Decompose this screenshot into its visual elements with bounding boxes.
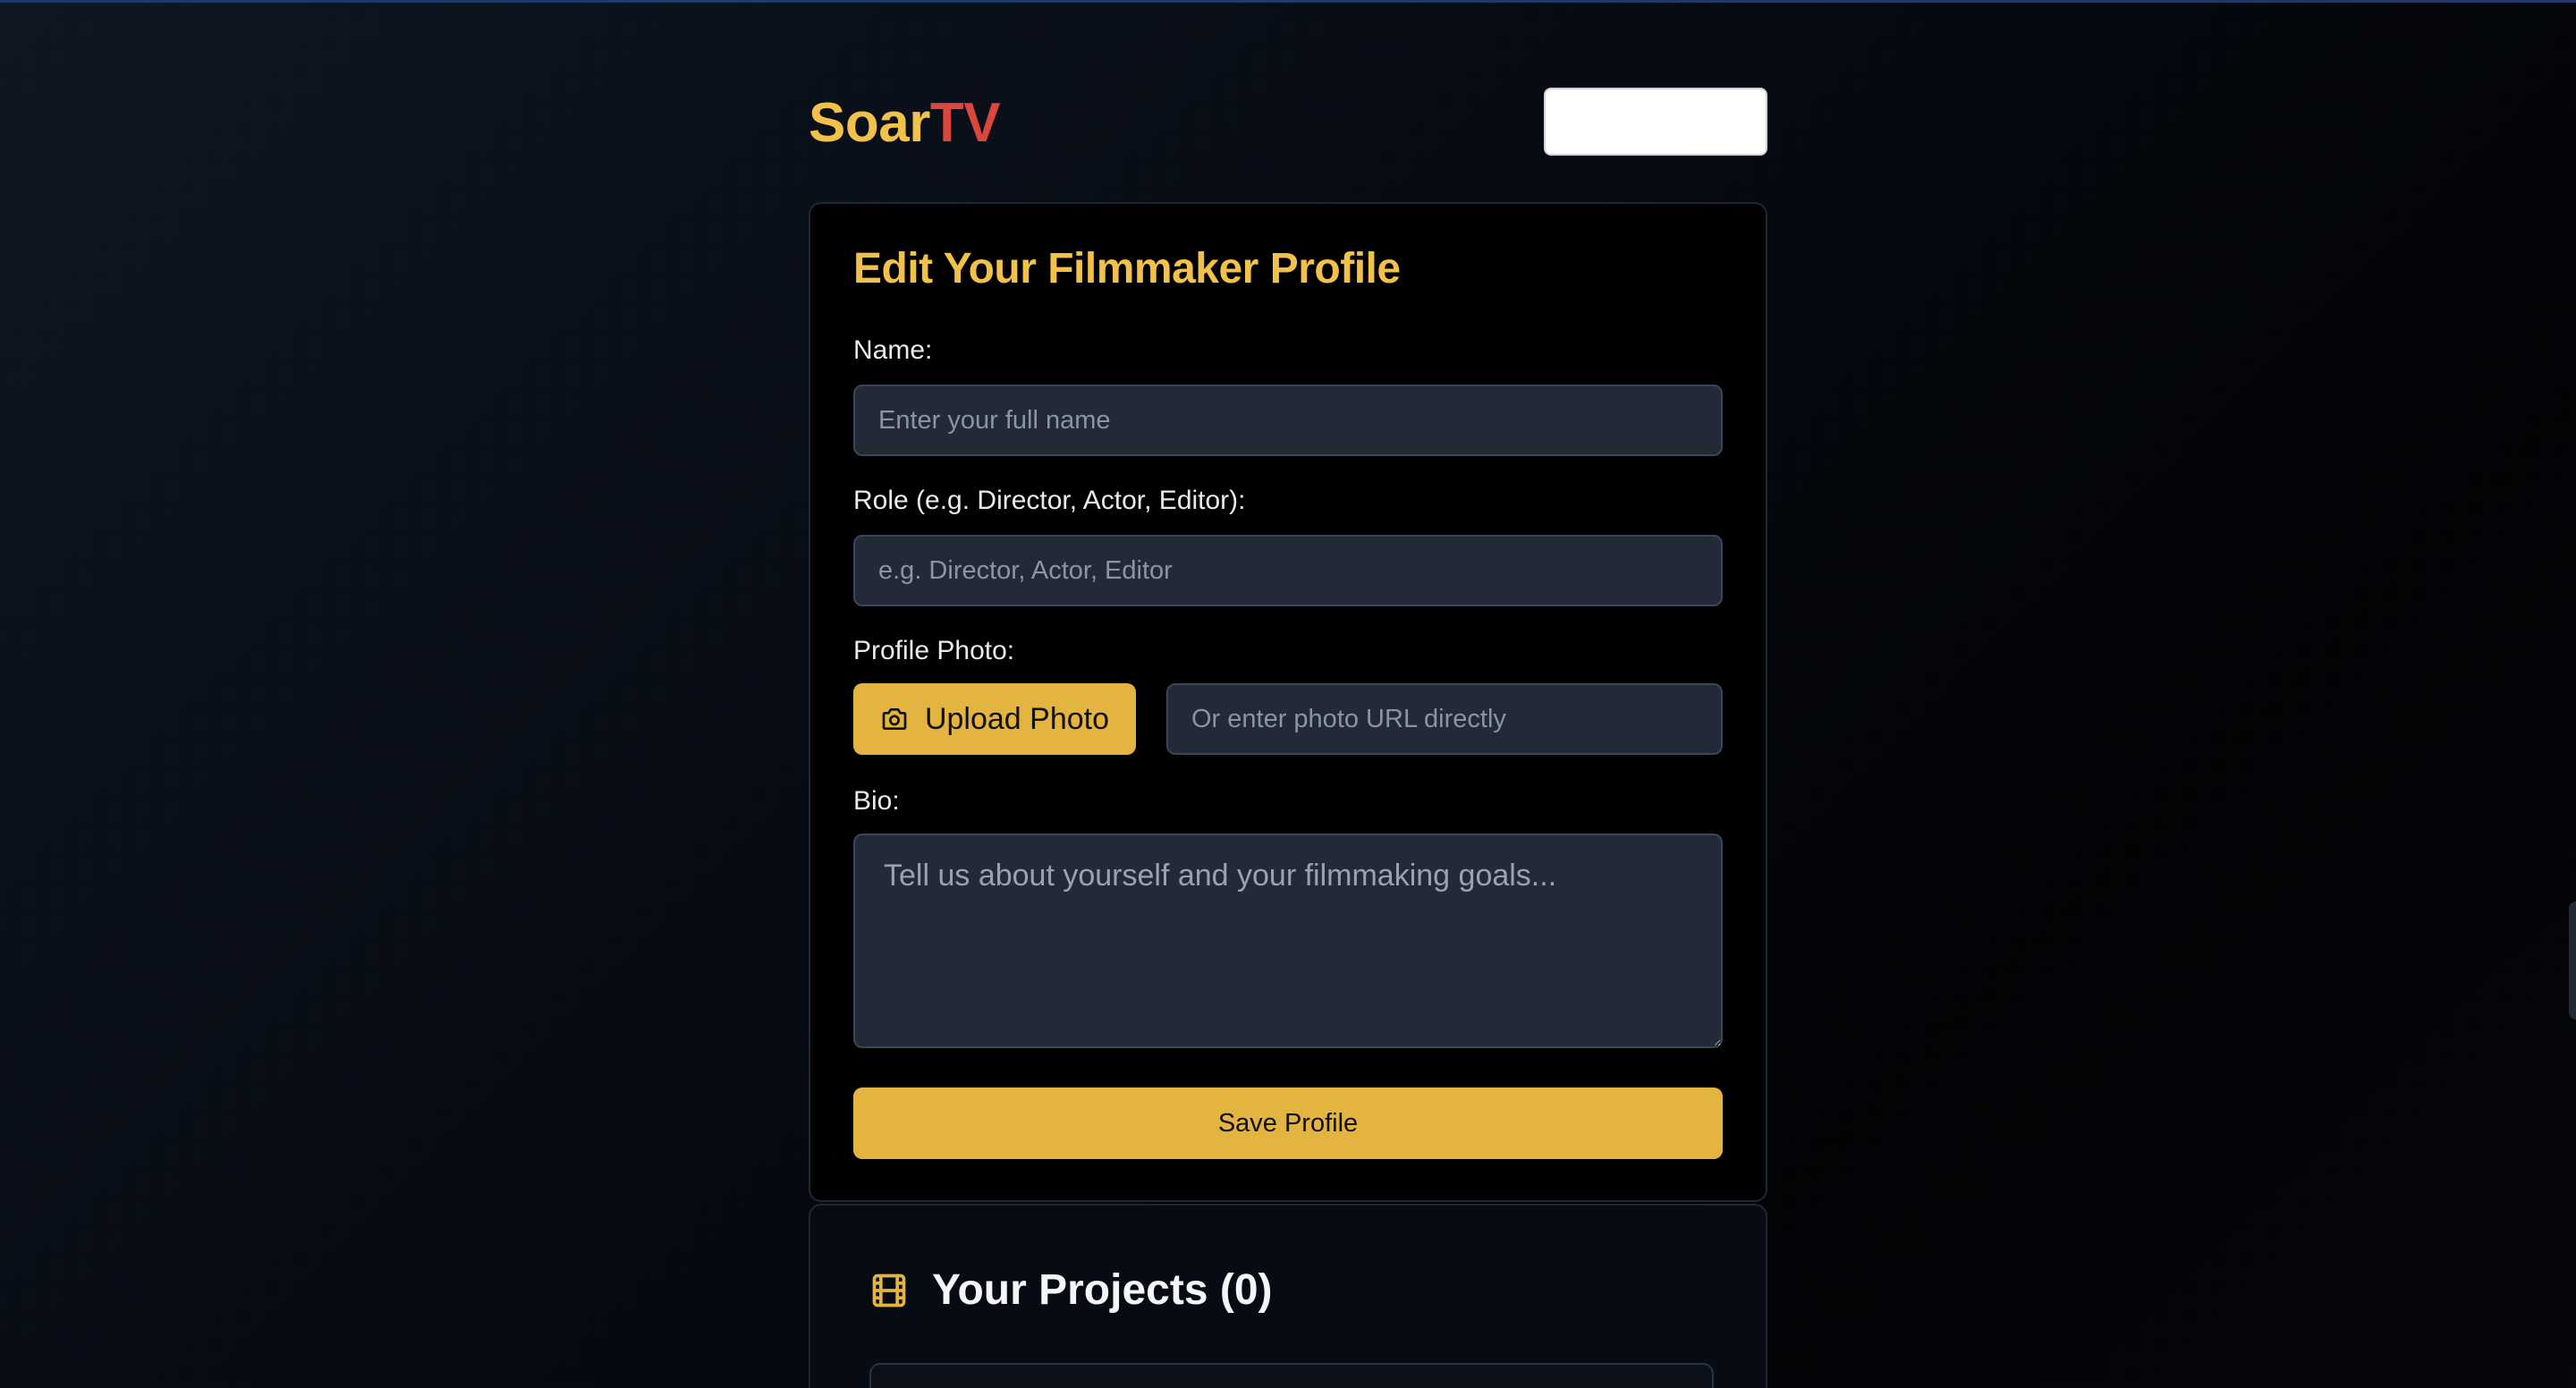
camera-icon — [882, 708, 907, 730]
profile-edit-card: Edit Your Filmmaker Profile Name: Role (… — [809, 202, 1767, 1202]
page-title: Edit Your Filmmaker Profile — [853, 245, 1401, 292]
bio-textarea[interactable] — [853, 834, 1723, 1048]
projects-card: Your Projects (0) — [809, 1204, 1767, 1388]
projects-header: Your Projects (0) — [869, 1259, 1273, 1322]
header-account-button[interactable] — [1544, 88, 1767, 156]
logo[interactable]: SoarTV — [809, 88, 1001, 159]
bio-label: Bio: — [853, 786, 900, 816]
upload-photo-label: Upload Photo — [924, 701, 1110, 736]
name-input[interactable] — [853, 385, 1723, 456]
role-label: Role (e.g. Director, Actor, Editor): — [853, 486, 1246, 515]
name-label: Name: — [853, 335, 933, 365]
side-panel-tab[interactable] — [2569, 901, 2576, 1020]
profile-photo-label: Profile Photo: — [853, 636, 1015, 665]
photo-url-input[interactable] — [1166, 683, 1723, 755]
site-header: SoarTV — [809, 88, 1767, 159]
project-list-item — [869, 1363, 1714, 1388]
upload-photo-button[interactable]: Upload Photo — [853, 683, 1136, 755]
logo-text-soar: Soar — [809, 92, 930, 154]
projects-title: Your Projects (0) — [932, 1266, 1273, 1314]
logo-text-tv: TV — [929, 92, 1001, 154]
save-profile-button[interactable]: Save Profile — [853, 1088, 1723, 1159]
role-input[interactable] — [853, 535, 1723, 606]
film-icon — [872, 1274, 906, 1308]
top-accent-line — [0, 0, 2576, 3]
